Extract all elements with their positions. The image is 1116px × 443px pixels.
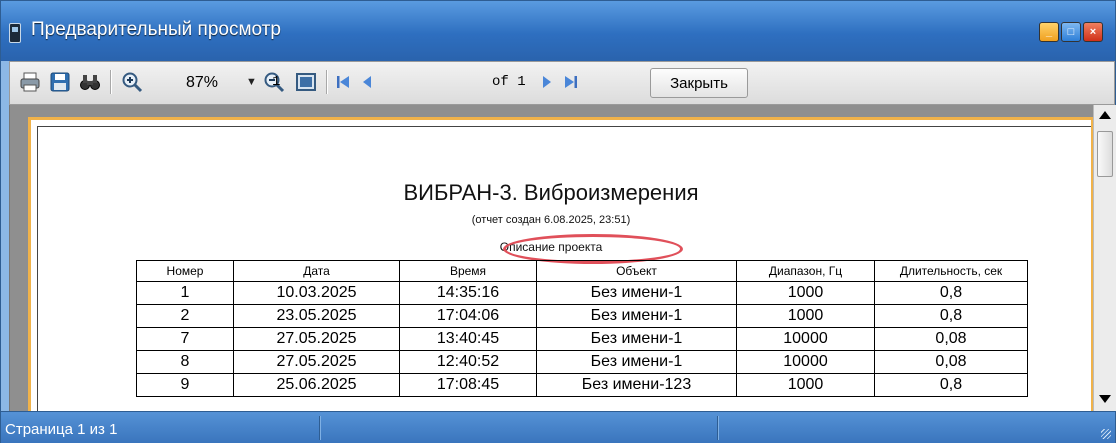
close-window-button[interactable]: × — [1083, 22, 1103, 42]
close-button[interactable]: Закрыть — [650, 68, 748, 98]
next-page-button[interactable] — [536, 68, 558, 96]
column-header: Диапазон, Гц — [736, 260, 875, 282]
table-cell: 10000 — [736, 327, 875, 351]
table-cell: 12:40:52 — [399, 350, 537, 374]
table-cell: 10.03.2025 — [233, 281, 400, 305]
resize-grip-icon[interactable] — [1101, 429, 1111, 439]
scroll-up-icon[interactable] — [1099, 111, 1111, 119]
table-row: 1 10.03.2025 14:35:16 Без имени-1 1000 0… — [136, 281, 1028, 305]
table-cell: 0,08 — [874, 350, 1028, 374]
print-icon — [20, 72, 40, 92]
save-icon — [50, 72, 70, 92]
status-divider — [717, 416, 718, 440]
first-page-button[interactable] — [332, 68, 354, 96]
prev-page-icon — [363, 76, 371, 88]
app-icon — [9, 23, 21, 43]
table-cell: 14:35:16 — [399, 281, 537, 305]
table-cell: Без имени-1 — [536, 350, 737, 374]
zoom-in-button[interactable] — [118, 68, 146, 96]
table-cell: 27.05.2025 — [233, 350, 400, 374]
maximize-icon: □ — [1067, 26, 1075, 38]
zoom-in-icon — [122, 72, 143, 93]
column-header: Объект — [536, 260, 737, 282]
table-cell: Без имени-1 — [536, 281, 737, 305]
page-count-label: of 1 — [492, 74, 526, 90]
table-cell: 10000 — [736, 350, 875, 374]
table-cell: 8 — [136, 350, 234, 374]
prev-page-button[interactable] — [356, 68, 378, 96]
table-row: 2 23.05.2025 17:04:06 Без имени-1 1000 0… — [136, 304, 1028, 328]
table-cell: Без имени-1 — [536, 327, 737, 351]
column-header: Номер — [136, 260, 234, 282]
table-row: 7 27.05.2025 13:40:45 Без имени-1 10000 … — [136, 327, 1028, 351]
last-page-icon — [565, 76, 577, 88]
table-cell: 1000 — [736, 304, 875, 328]
minimize-icon: _ — [1045, 26, 1053, 38]
toolbar-separator — [326, 70, 327, 94]
report-viewport[interactable]: ВИБРАН-3. Виброизмерения (отчет создан 6… — [9, 105, 1094, 411]
table-cell: 7 — [136, 327, 234, 351]
table-cell: 9 — [136, 373, 234, 397]
chevron-down-icon[interactable]: ▼ — [246, 76, 257, 88]
last-page-button[interactable] — [560, 68, 582, 96]
table-cell: Без имени-1 — [536, 304, 737, 328]
toolbar-separator — [110, 70, 111, 94]
report-subtitle: (отчет создан 6.08.2025, 23:51) — [471, 214, 631, 226]
column-header: Дата — [233, 260, 400, 282]
save-button[interactable] — [46, 68, 74, 96]
table-cell: Без имени-123 — [536, 373, 737, 397]
report-page: ВИБРАН-3. Виброизмерения (отчет создан 6… — [28, 117, 1094, 411]
page-number-input[interactable]: 1 — [272, 74, 280, 90]
table-row: 8 27.05.2025 12:40:52 Без имени-1 10000 … — [136, 350, 1028, 374]
table-cell: 1000 — [736, 373, 875, 397]
status-bar: Страница 1 из 1 — [1, 411, 1115, 443]
zoom-select[interactable]: 87% — [186, 74, 218, 92]
table-cell: 17:04:06 — [399, 304, 537, 328]
page-view-icon — [296, 73, 316, 91]
report-title: ВИБРАН-3. Виброизмерения — [403, 180, 699, 205]
minimize-button[interactable]: _ — [1039, 22, 1059, 42]
maximize-button[interactable]: □ — [1061, 22, 1081, 42]
table-cell: 1000 — [736, 281, 875, 305]
table-cell: 17:08:45 — [399, 373, 537, 397]
find-icon — [80, 75, 100, 90]
table-cell: 23.05.2025 — [233, 304, 400, 328]
table-cell: 0,08 — [874, 327, 1028, 351]
close-icon: × — [1089, 26, 1097, 38]
status-divider — [319, 416, 320, 440]
window-title: Предварительный просмотр — [31, 19, 281, 40]
next-page-icon — [543, 76, 551, 88]
table-cell: 0,8 — [874, 304, 1028, 328]
column-header: Время — [399, 260, 537, 282]
find-button[interactable] — [76, 68, 104, 96]
table-cell: 0,8 — [874, 373, 1028, 397]
table-cell: 13:40:45 — [399, 327, 537, 351]
scroll-thumb[interactable] — [1097, 131, 1113, 177]
table-row: 9 25.06.2025 17:08:45 Без имени-123 1000… — [136, 373, 1028, 397]
table-cell: 2 — [136, 304, 234, 328]
print-button[interactable] — [16, 68, 44, 96]
preview-window: Предварительный просмотр _ □ × 87% ▼ 1 o… — [0, 0, 1116, 443]
table-cell: 1 — [136, 281, 234, 305]
title-bar[interactable]: Предварительный просмотр _ □ × — [1, 1, 1115, 61]
page-view-button[interactable] — [292, 68, 320, 96]
measurements-table: Номер Дата Время Объект Диапазон, Гц Дли… — [136, 260, 1028, 397]
toolbar: 87% ▼ 1 of 1 Закрыть — [9, 61, 1115, 105]
column-header: Длительность, сек — [874, 260, 1028, 282]
first-page-icon — [337, 76, 349, 88]
scroll-down-icon[interactable] — [1099, 395, 1111, 403]
status-page-text: Страница 1 из 1 — [5, 421, 118, 438]
table-cell: 27.05.2025 — [233, 327, 400, 351]
table-cell: 25.06.2025 — [233, 373, 400, 397]
table-cell: 0,8 — [874, 281, 1028, 305]
vertical-scrollbar[interactable] — [1093, 105, 1116, 411]
table-header-row: Номер Дата Время Объект Диапазон, Гц Дли… — [136, 260, 1028, 282]
